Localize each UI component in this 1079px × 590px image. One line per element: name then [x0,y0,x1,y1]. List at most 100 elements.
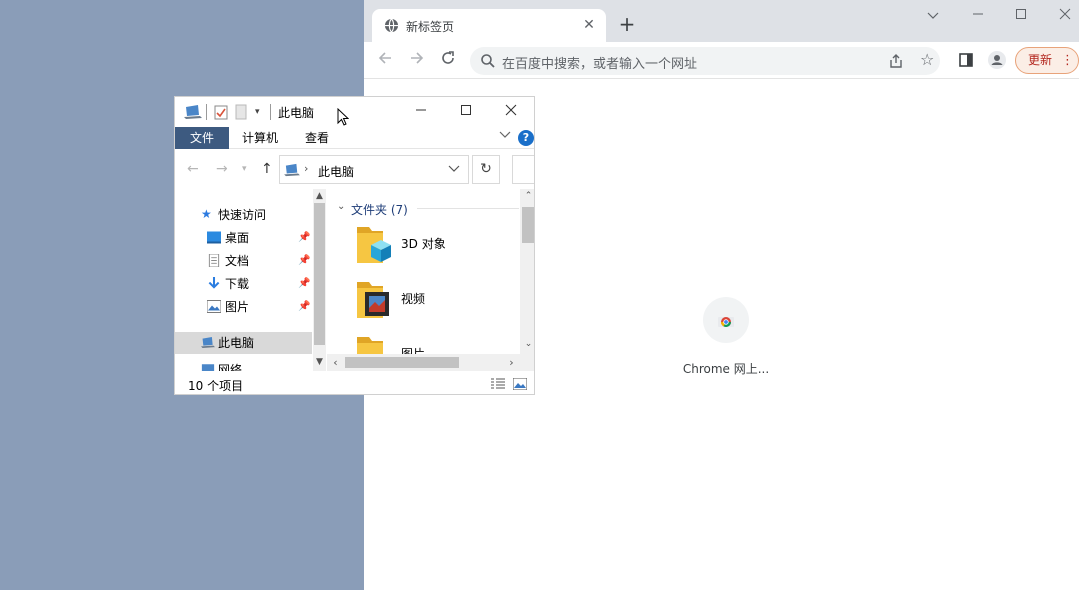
content-vertical-scrollbar[interactable]: ⌃ ⌄ [520,189,534,354]
address-dropdown-icon[interactable] [448,163,460,176]
videos-folder-icon[interactable] [353,278,393,320]
computer-icon [284,163,300,177]
details-view-icon[interactable] [491,378,505,390]
tab-computer[interactable]: 计算机 [233,127,287,149]
window-title: 此电脑 [278,106,315,120]
pin-icon[interactable]: 📌 [298,250,310,272]
scrollbar-thumb[interactable] [314,203,325,345]
side-panel-icon[interactable] [956,50,976,70]
tab-title: 新标签页 [406,20,455,34]
nav-item-label: 文档 [225,254,250,268]
document-icon [208,254,220,267]
collapse-group-chevron-icon[interactable]: ⌄ [337,201,345,212]
item-count: 10 个项目 [188,379,244,393]
computer-icon [184,105,202,119]
nav-item-documents[interactable]: 文档 📌 [175,250,312,272]
nav-item-this-pc[interactable]: 此电脑 [175,332,312,354]
nav-item-label: 快速访问 [218,208,267,222]
forward-arrow-icon[interactable] [406,50,428,72]
nav-item-network[interactable]: 网络 [175,359,312,371]
computer-icon [201,337,215,348]
forward-arrow-icon[interactable]: → [216,161,228,177]
pictures-folder-icon[interactable] [353,333,393,354]
breadcrumb[interactable]: 此电脑 [318,163,354,180]
group-header[interactable]: 文件夹 (7) [351,201,408,218]
nav-item-label: 图片 [225,300,250,314]
update-button[interactable]: 更新 ⋮ [1015,47,1079,74]
scrollbar-thumb[interactable] [345,357,459,368]
pin-icon[interactable]: 📌 [298,296,310,318]
profile-avatar-icon[interactable] [987,50,1007,70]
scroll-down-icon[interactable]: ▼ [313,357,326,367]
help-icon[interactable]: ? [518,130,534,146]
content-horizontal-scrollbar[interactable]: ‹ › [327,354,534,371]
nav-item-pictures[interactable]: 图片 📌 [175,296,312,318]
desktop-icon [207,231,221,244]
back-arrow-icon[interactable] [374,50,396,72]
file-explorer-window: ▾ 此电脑 文件 计算机 查看 ? ← → ▾ ↑ › 此电脑 ↻ ★ 快速访问… [174,96,535,395]
star-icon: ★ [201,207,212,221]
breadcrumb-separator-icon[interactable]: › [304,162,308,175]
network-icon [201,364,215,371]
content-pane: ⌄ 文件夹 (7) 3D 对象 视频 图片 [327,189,520,354]
globe-icon [384,18,399,33]
update-label: 更新 [1028,53,1053,67]
new-tab-button[interactable]: + [616,13,638,35]
minimize-icon[interactable] [407,101,435,123]
omnibox[interactable]: 在百度中搜索，或者输入一个网址 ☆ [470,47,940,75]
share-icon[interactable] [888,53,904,69]
scroll-left-icon[interactable]: ‹ [329,356,342,369]
scroll-right-icon[interactable]: › [505,356,518,369]
folder-label[interactable]: 3D 对象 [401,235,446,252]
3d-objects-folder-icon[interactable] [353,223,393,265]
navigation-scrollbar[interactable]: ▲ ▼ [313,189,326,371]
search-input[interactable] [512,155,534,184]
mouse-cursor-icon [337,108,349,126]
close-window-icon[interactable] [497,101,525,123]
new-folder-icon[interactable] [235,104,247,120]
shortcut-label: Chrome 网上... [682,362,770,376]
nav-item-quick-access[interactable]: ★ 快速访问 [175,204,312,226]
scroll-up-icon[interactable]: ⌃ [522,191,534,201]
properties-icon[interactable] [214,104,228,120]
refresh-icon[interactable]: ↻ [472,155,500,184]
pin-icon[interactable]: 📌 [298,273,310,295]
chrome-web-store-shortcut[interactable] [703,297,749,343]
tab-close-icon[interactable]: ✕ [580,16,598,34]
tab-new-tab[interactable]: 新标签页 ✕ [372,9,606,42]
address-bar[interactable]: › 此电脑 [279,155,469,184]
close-window-icon[interactable] [1051,6,1079,28]
folder-label[interactable]: 视频 [401,290,425,307]
tab-search-chevron-icon[interactable] [919,6,947,28]
maximize-icon[interactable] [452,101,480,123]
status-bar: 10 个项目 [175,371,534,394]
tab-view[interactable]: 查看 [293,127,341,149]
ribbon-tabs: 文件 计算机 查看 ? [175,127,534,149]
tab-strip: 新标签页 ✕ + [364,0,1079,42]
bookmark-star-icon[interactable]: ☆ [920,51,938,69]
reload-icon[interactable] [437,50,459,72]
nav-item-desktop[interactable]: 桌面 📌 [175,227,312,249]
nav-item-label: 下载 [225,277,250,291]
omnibox-placeholder: 在百度中搜索，或者输入一个网址 [502,57,698,72]
expand-ribbon-chevron-icon[interactable] [499,130,511,143]
browser-toolbar: 在百度中搜索，或者输入一个网址 ☆ 更新 ⋮ [364,42,1079,79]
pin-icon[interactable]: 📌 [298,227,310,249]
explorer-titlebar[interactable]: ▾ 此电脑 [175,97,534,127]
large-icons-view-icon[interactable] [513,378,527,390]
customize-toolbar-icon[interactable]: ▾ [255,104,260,120]
folder-label[interactable]: 图片 [401,345,425,354]
minimize-icon[interactable] [964,6,992,28]
tab-file[interactable]: 文件 [175,127,229,149]
chrome-web-store-icon [718,317,734,327]
nav-item-label: 此电脑 [218,336,255,350]
scroll-up-icon[interactable]: ▲ [313,191,326,201]
scrollbar-thumb[interactable] [522,207,534,243]
maximize-icon[interactable] [1007,6,1035,28]
back-arrow-icon[interactable]: ← [187,161,199,177]
nav-item-downloads[interactable]: 下载 📌 [175,273,312,295]
download-icon [208,277,220,289]
recent-locations-chevron-icon[interactable]: ▾ [242,164,247,174]
scroll-down-icon[interactable]: ⌄ [522,339,534,349]
up-arrow-icon[interactable]: ↑ [261,161,273,177]
